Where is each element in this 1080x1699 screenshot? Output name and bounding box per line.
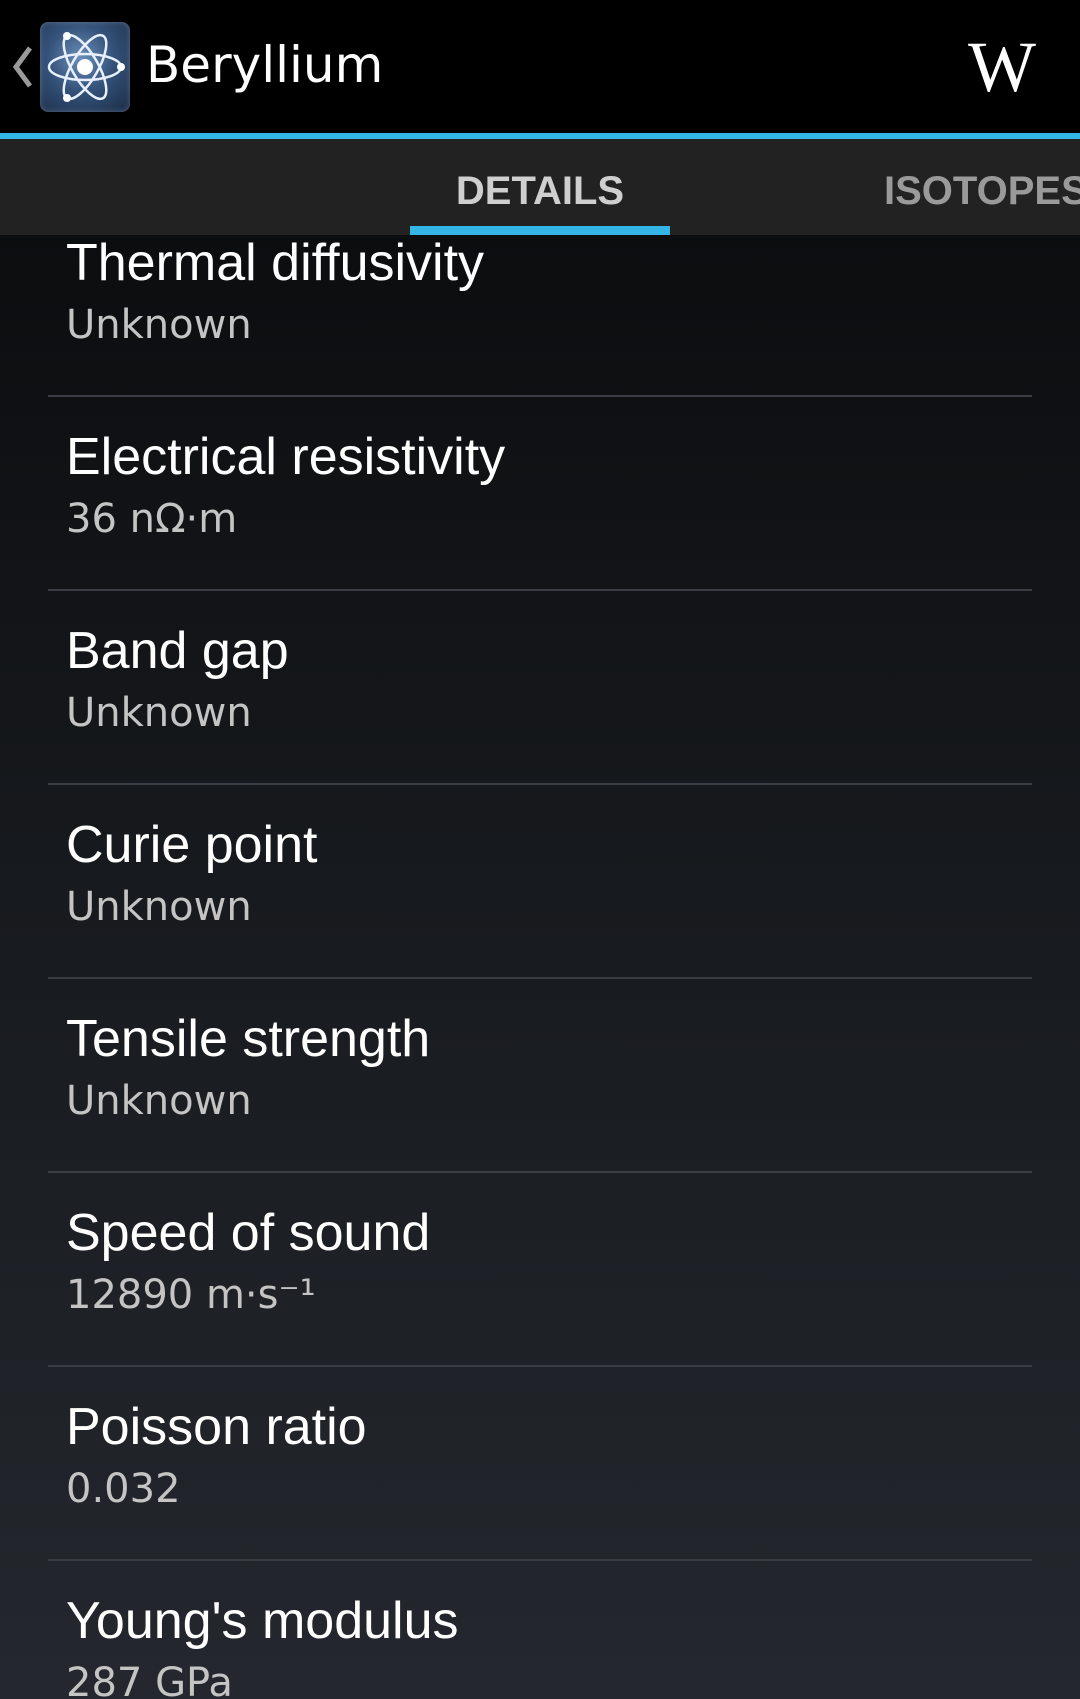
property-label: Young's modulus (66, 1592, 459, 1650)
page-title: Beryllium (146, 36, 384, 94)
property-label: Tensile strength (66, 1010, 431, 1068)
property-label: Thermal diffusivity (66, 235, 485, 292)
list-item: Tensile strength Unknown (0, 1003, 1080, 1196)
divider (48, 977, 1032, 979)
tab-isotopes[interactable]: ISOTOPES (884, 139, 1080, 235)
property-value: Unknown (66, 302, 252, 348)
divider (48, 783, 1032, 785)
chevron-left-icon[interactable] (10, 44, 34, 90)
property-value: 36 nΩ·m (66, 496, 238, 542)
wikipedia-icon[interactable]: W (968, 22, 1036, 112)
properties-list[interactable]: Thermal diffusivity Unknown Electrical r… (0, 235, 1080, 1699)
action-bar: Beryllium W (0, 0, 1080, 139)
property-label: Electrical resistivity (66, 428, 506, 486)
tab-bar: DETAILS ISOTOPES (0, 139, 1080, 235)
property-label: Band gap (66, 622, 289, 680)
divider (48, 395, 1032, 397)
property-value: 287 GPa (66, 1660, 233, 1699)
divider (48, 589, 1032, 591)
list-item: Band gap Unknown (0, 615, 1080, 808)
property-value: Unknown (66, 1078, 252, 1124)
property-label: Curie point (66, 816, 318, 874)
property-value: 12890 m·s⁻¹ (66, 1272, 316, 1318)
tab-details[interactable]: DETAILS (410, 139, 670, 235)
property-value: 0.032 (66, 1466, 181, 1512)
property-value: Unknown (66, 690, 252, 736)
list-item: Poisson ratio 0.032 (0, 1391, 1080, 1584)
divider (48, 1171, 1032, 1173)
divider (48, 1559, 1032, 1561)
property-value: Unknown (66, 884, 252, 930)
list-item: Curie point Unknown (0, 809, 1080, 1002)
tab-indicator (410, 226, 670, 235)
property-label: Speed of sound (66, 1204, 431, 1262)
list-item: Young's modulus 287 GPa (0, 1585, 1080, 1699)
divider (48, 1365, 1032, 1367)
list-item: Electrical resistivity 36 nΩ·m (0, 421, 1080, 614)
atom-icon[interactable] (40, 22, 130, 112)
list-item: Speed of sound 12890 m·s⁻¹ (0, 1197, 1080, 1390)
property-label: Poisson ratio (66, 1398, 367, 1456)
list-item: Thermal diffusivity Unknown (0, 235, 1080, 420)
